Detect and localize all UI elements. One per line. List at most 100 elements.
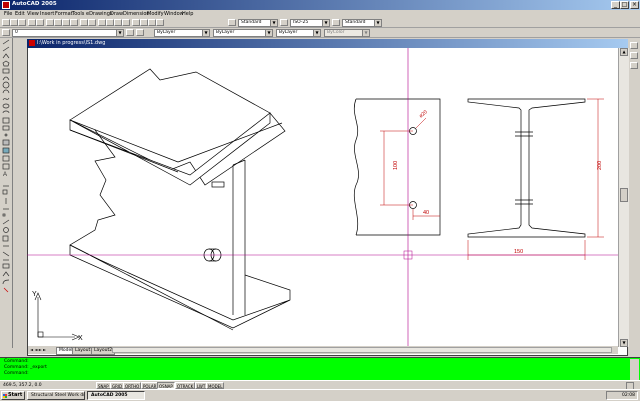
menu-insert[interactable]: Insert (40, 10, 54, 18)
linetype-select[interactable]: ByLayer ▼ (213, 29, 273, 37)
menu-help[interactable]: Help (182, 10, 193, 18)
model-toggle[interactable]: MODEL (206, 382, 225, 389)
menu-window[interactable]: Window (164, 10, 184, 18)
open-icon[interactable] (10, 19, 18, 26)
menu-file[interactable]: File (4, 10, 12, 18)
command-line[interactable]: Command: Command: _export Command: (0, 357, 640, 381)
array-icon (2, 213, 6, 217)
break-icon (2, 263, 10, 269)
scale-icon (2, 235, 9, 242)
menu-edrawings[interactable]: eDrawings (86, 10, 112, 18)
menu-bar: File Edit View Insert Format Tools eDraw… (0, 10, 640, 18)
ucs-icon (34, 292, 80, 341)
zoom-previous-icon[interactable] (122, 19, 130, 26)
minimize-button[interactable]: _ (611, 1, 620, 9)
dim-style-icon[interactable] (280, 19, 288, 26)
rotate-icon (3, 227, 9, 233)
menu-edit[interactable]: Edit (15, 10, 25, 18)
command-scrollbar[interactable] (630, 359, 639, 380)
preview-icon[interactable] (36, 19, 44, 26)
color-select[interactable]: ByLayer ▼ (154, 29, 210, 37)
properties-icon[interactable] (132, 19, 140, 26)
document-icon (29, 40, 35, 46)
lineweight-select[interactable]: ByLayer ▼ (276, 29, 321, 37)
polar-toggle[interactable]: POLAR (141, 382, 159, 389)
task-structural-steel[interactable]: Structural Steel Work dra... (27, 391, 85, 400)
maximize-button[interactable]: □ (620, 1, 629, 9)
dim-style-select[interactable]: ISO-25 ▼ (290, 19, 330, 27)
tool-palettes-icon[interactable] (148, 19, 156, 26)
design-center-icon[interactable] (140, 19, 148, 26)
make-current-icon[interactable] (126, 29, 134, 36)
start-label: Start (8, 392, 23, 398)
pan-icon[interactable] (98, 19, 106, 26)
layer-select[interactable]: 0 ▼ (12, 29, 124, 37)
redo-icon[interactable] (88, 19, 96, 26)
ellipse-arc-icon (2, 110, 10, 114)
tab-nav-arrows-icon[interactable]: ◄ ◄ ► ► (30, 347, 46, 352)
drawing-file-title: I:\Work in progress\IS1.dwg (37, 40, 106, 46)
table-style-icon[interactable] (332, 19, 340, 26)
ucs-x-label: X (78, 335, 83, 342)
menu-view[interactable]: View (27, 10, 39, 18)
menu-dimension[interactable]: Dimension (123, 10, 150, 18)
title-bar: AutoCAD 2005 _ □ × (0, 0, 640, 10)
spline-icon (2, 97, 10, 101)
osnap-toggle[interactable]: OSNAP (157, 382, 175, 389)
plot-icon[interactable] (28, 19, 36, 26)
ellipse-icon (2, 103, 10, 109)
system-clock: 02:08 (606, 391, 638, 400)
snap-midpoint-icon[interactable] (630, 62, 638, 69)
snap-endpoint-icon[interactable] (630, 52, 638, 59)
ortho-toggle[interactable]: ORTHO (123, 382, 142, 389)
menu-draw[interactable]: Draw (110, 10, 123, 18)
cut-icon[interactable] (46, 19, 54, 26)
coordinate-display[interactable]: 469.5, 357.2, 0.0 (3, 382, 42, 389)
zoom-realtime-icon[interactable] (106, 19, 114, 26)
rectangle-icon (2, 68, 10, 74)
windows-logo-icon (3, 394, 7, 398)
gradient-icon (2, 147, 10, 154)
dimension-hole-diameter: ø20 (418, 109, 429, 119)
front-view (467, 98, 604, 260)
undo-icon[interactable] (80, 19, 88, 26)
construction-line-icon (2, 46, 10, 52)
snap-toggle[interactable]: SNAP (96, 382, 111, 389)
paste-icon[interactable] (62, 19, 70, 26)
zoom-window-icon[interactable] (114, 19, 122, 26)
menu-format[interactable]: Format (55, 10, 73, 18)
otrack-toggle[interactable]: OTRACK (175, 382, 196, 389)
task-autocad[interactable]: AutoCAD 2005 (87, 391, 145, 400)
vertical-scrollbar[interactable]: ▲ ▼ (618, 48, 629, 347)
right-toolbar (628, 38, 640, 78)
menu-tools[interactable]: Tools (72, 10, 84, 18)
horizontal-scrollbar[interactable] (112, 347, 612, 353)
layer-previous-icon[interactable] (136, 29, 144, 36)
close-button[interactable]: × (630, 1, 639, 9)
table-style-select[interactable]: Standard ▼ (342, 19, 382, 27)
layer-manager-icon[interactable] (2, 29, 10, 36)
circle-icon (2, 81, 10, 89)
help-icon[interactable] (156, 19, 164, 26)
object-snap-icon[interactable] (630, 42, 638, 49)
copy-icon[interactable] (54, 19, 62, 26)
command-prompt[interactable]: Command: (4, 371, 29, 377)
scroll-up-icon[interactable]: ▲ (620, 48, 628, 56)
menu-modify[interactable]: Modify (147, 10, 164, 18)
drawing-canvas[interactable]: ø20 100 40 200 150 Y X (27, 48, 618, 346)
scroll-thumb[interactable] (620, 188, 628, 202)
scroll-down-icon[interactable]: ▼ (620, 339, 628, 347)
insert-block-icon (2, 117, 10, 124)
point-icon (4, 133, 8, 137)
mtext-icon: A (3, 172, 7, 178)
text-style-select[interactable]: Standard ▼ (238, 19, 278, 27)
text-style-icon[interactable] (228, 19, 236, 26)
plotstyle-select: ByColor ▼ (324, 29, 370, 37)
autocad-app-icon[interactable] (2, 1, 10, 9)
explode-icon (3, 287, 9, 293)
start-button[interactable]: Start (1, 391, 25, 400)
window-title: AutoCAD 2005 (12, 1, 57, 7)
new-icon[interactable] (2, 19, 10, 26)
match-properties-icon[interactable] (70, 19, 78, 26)
save-icon[interactable] (18, 19, 26, 26)
